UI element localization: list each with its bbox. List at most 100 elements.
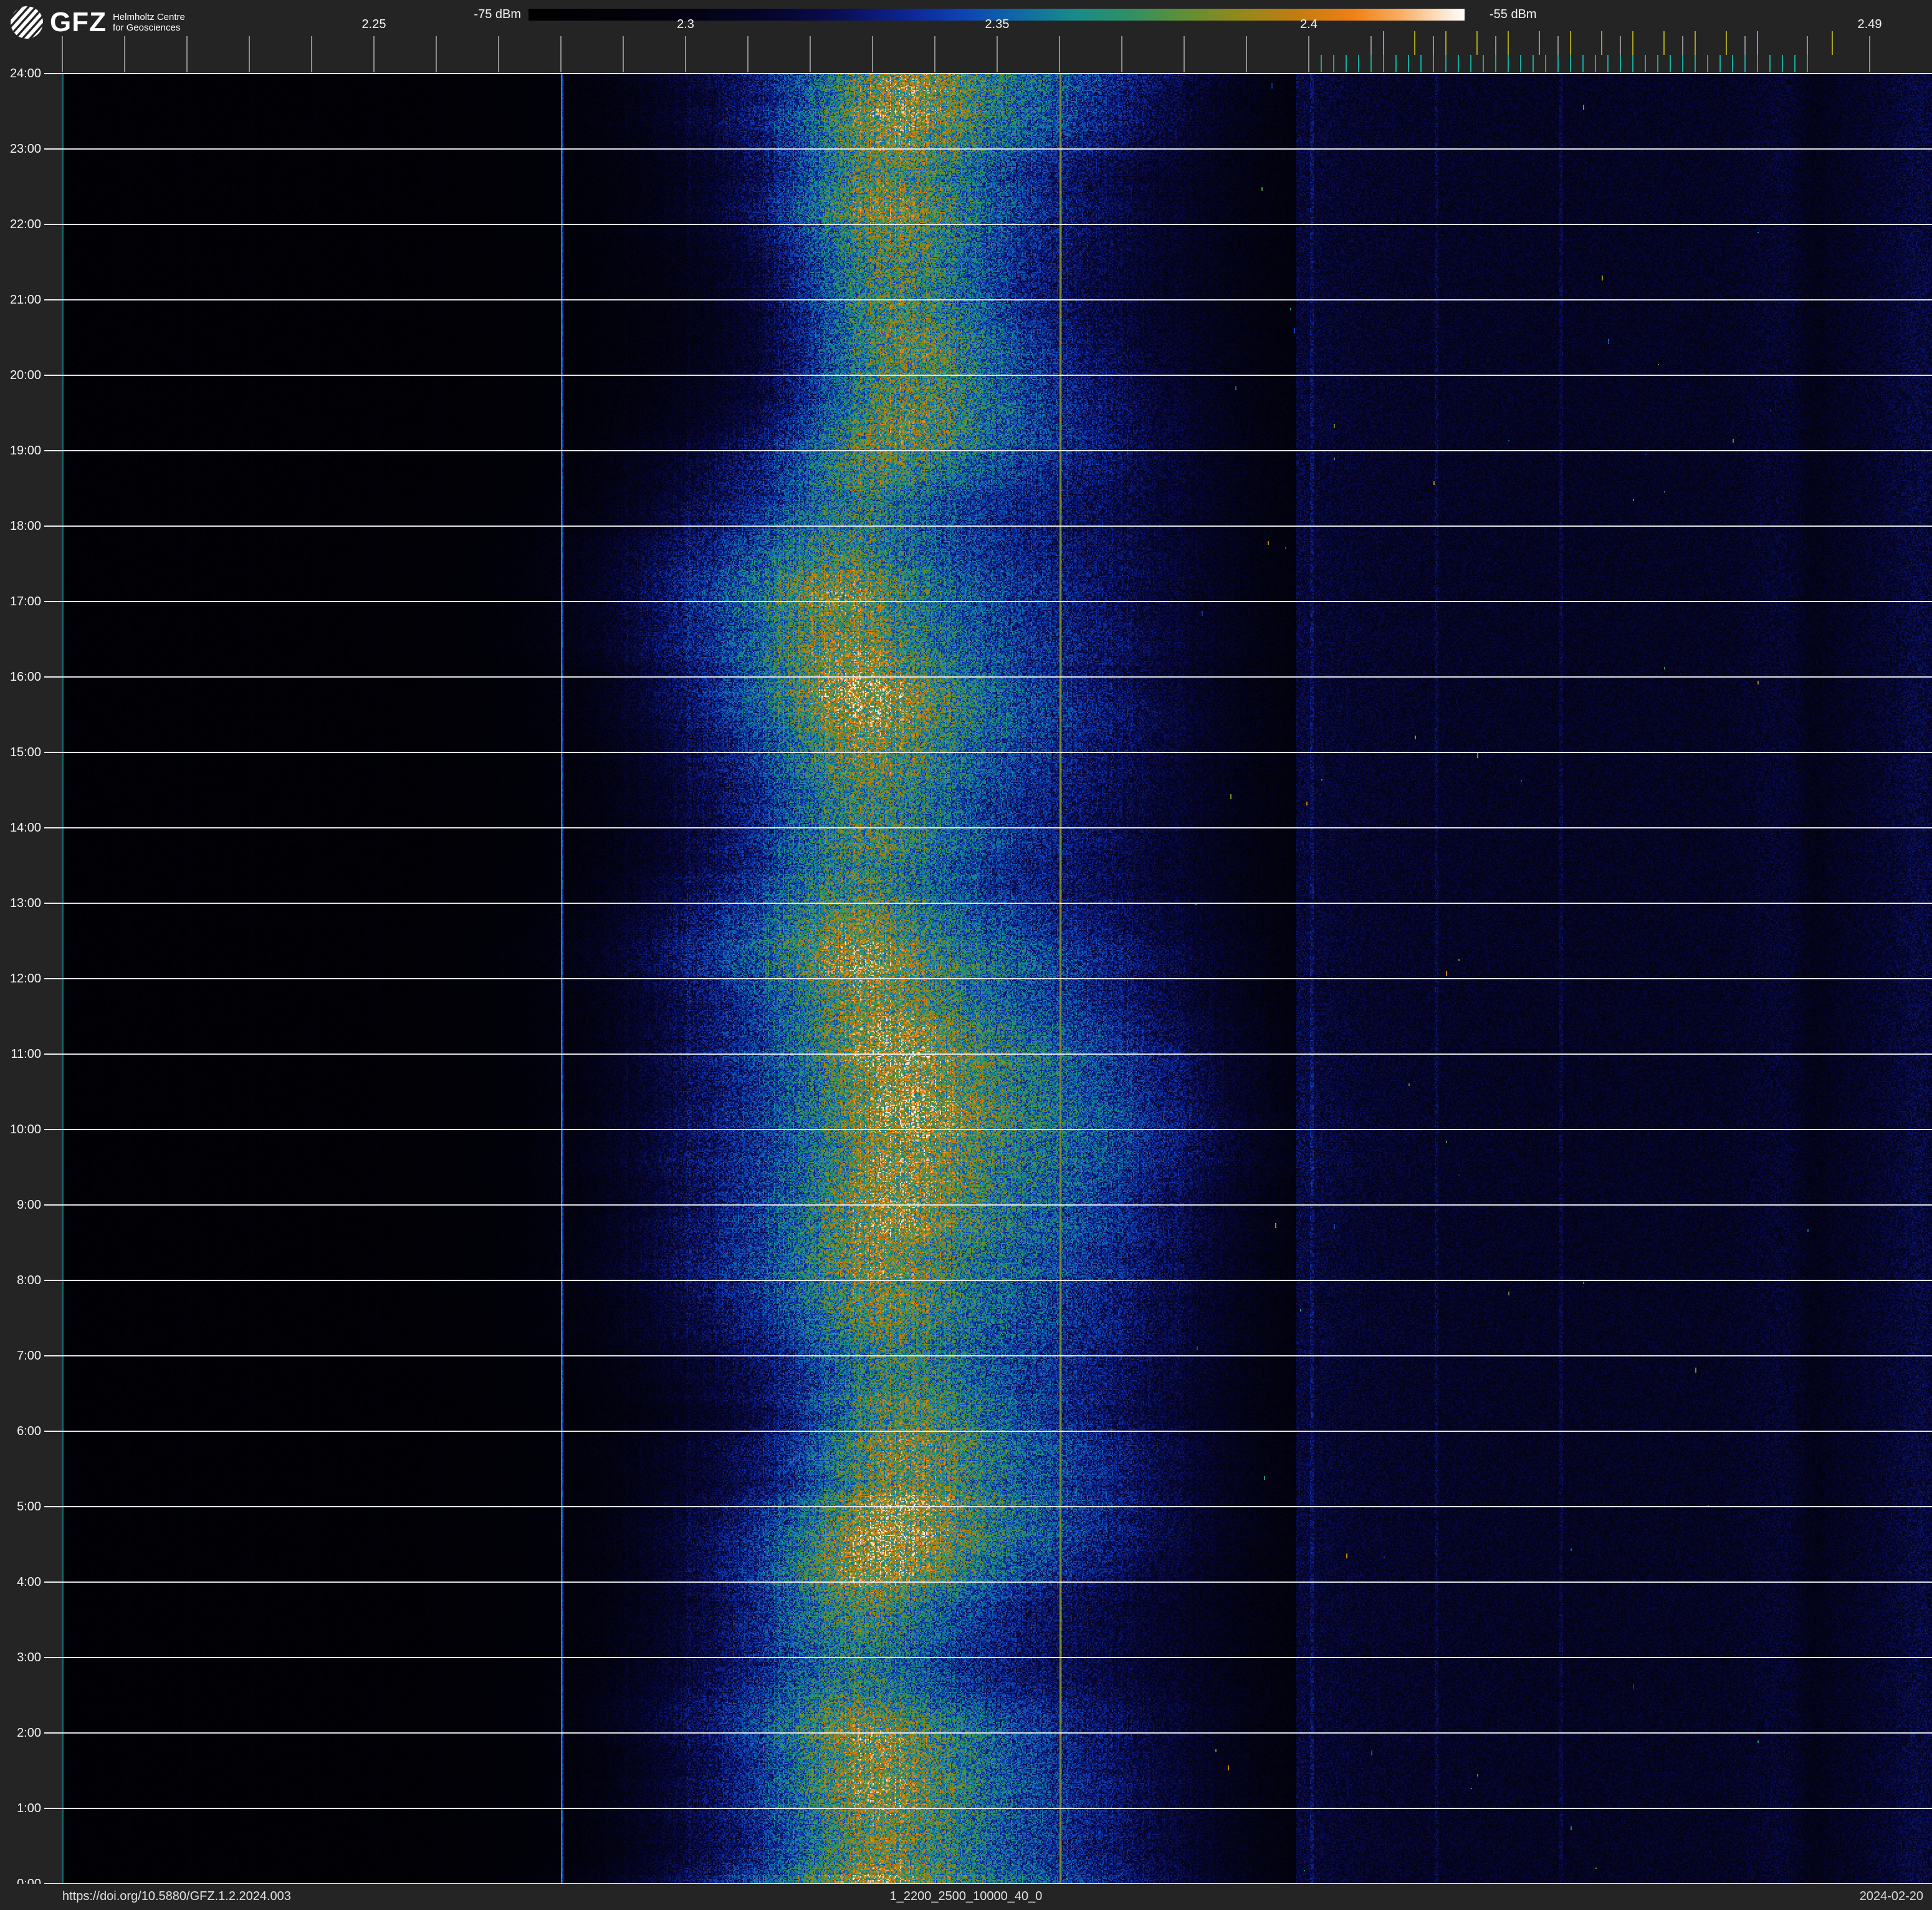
wifi-channel-tick: [1570, 31, 1571, 55]
bluetooth-channel-tick: [1794, 55, 1796, 72]
bluetooth-channel-tick: [1458, 55, 1459, 72]
colorbar-max-label: -55 dBm: [1490, 7, 1537, 21]
freq-major-tick: [810, 36, 811, 72]
bluetooth-channel-tick: [1782, 55, 1783, 72]
hour-gridline: [45, 1581, 1932, 1583]
freq-major-tick: [436, 36, 437, 72]
wifi-channel-tick: [1832, 31, 1833, 55]
hour-gridline: [45, 375, 1932, 376]
freq-major-tick: [1869, 36, 1870, 72]
bluetooth-channel-tick: [1744, 55, 1746, 72]
freq-major-tick: [373, 36, 375, 72]
bluetooth-channel-tick: [1695, 55, 1696, 72]
bluetooth-channel-tick: [1732, 55, 1733, 72]
hour-gridline: [45, 299, 1932, 300]
bluetooth-channel-tick: [1682, 55, 1683, 72]
hour-gridline: [45, 1053, 1932, 1055]
bluetooth-channel-tick: [1358, 55, 1359, 72]
wifi-channel-tick: [1695, 31, 1696, 55]
time-tick-label: 2:00: [17, 1726, 41, 1740]
bluetooth-channel-tick: [1520, 55, 1521, 72]
logo-org-text: GFZ: [50, 7, 107, 37]
time-tick-label: 1:00: [17, 1802, 41, 1815]
bluetooth-channel-tick: [1383, 55, 1384, 72]
time-tick-label: 18:00: [9, 519, 41, 533]
wifi-channel-tick: [1508, 31, 1509, 55]
hour-gridline: [45, 73, 1932, 74]
freq-major-tick: [62, 36, 63, 72]
freq-major-tick: [249, 36, 250, 72]
dataset-id-label: 1_2200_2500_10000_40_0: [889, 1889, 1043, 1903]
time-tick-label: 13:00: [9, 896, 41, 910]
freq-major-tick: [498, 36, 499, 72]
time-tick-label: 12:00: [9, 972, 41, 986]
time-tick-label: 4:00: [17, 1575, 41, 1589]
freq-major-tick: [623, 36, 624, 72]
wifi-channel-tick: [1757, 31, 1758, 55]
bluetooth-channel-tick: [1807, 55, 1808, 72]
time-tick-label: 23:00: [9, 142, 41, 156]
bluetooth-channel-tick: [1333, 55, 1334, 72]
bluetooth-channel-tick: [1545, 55, 1546, 72]
time-tick-label: 24:00: [9, 67, 41, 80]
spectrogram-page: { "page": { "background": "#242424", "do…: [0, 0, 1932, 1910]
bluetooth-channel-tick: [1645, 55, 1646, 72]
hour-gridline: [45, 978, 1932, 979]
bluetooth-channel-tick: [1570, 55, 1571, 72]
bluetooth-channel-tick: [1533, 55, 1534, 72]
bluetooth-channel-tick: [1321, 55, 1322, 72]
wifi-channel-tick: [1383, 31, 1384, 55]
bluetooth-channel-tick: [1769, 55, 1771, 72]
time-tick-label: 15:00: [9, 746, 41, 759]
bluetooth-channel-tick: [1620, 55, 1621, 72]
freq-tick-label: 2.3: [677, 17, 694, 31]
bluetooth-channel-tick: [1408, 55, 1409, 72]
bluetooth-channel-tick: [1433, 55, 1434, 72]
bluetooth-channel-tick: [1557, 55, 1559, 72]
bluetooth-channel-tick: [1607, 55, 1609, 72]
bluetooth-channel-tick: [1495, 55, 1496, 72]
bluetooth-channel-tick: [1719, 55, 1721, 72]
wifi-channel-tick: [1632, 31, 1633, 55]
time-tick-label: 6:00: [17, 1424, 41, 1438]
time-tick-label: 17:00: [9, 595, 41, 608]
bluetooth-channel-tick: [1757, 55, 1758, 72]
hour-gridline: [45, 1506, 1932, 1507]
freq-tick-label: 2.35: [985, 17, 1010, 31]
time-tick-label: 22:00: [9, 218, 41, 231]
time-tick-label: 3:00: [17, 1651, 41, 1664]
freq-major-tick: [685, 36, 686, 72]
time-tick-label: 10:00: [9, 1123, 41, 1136]
freq-major-tick: [1121, 36, 1122, 72]
freq-major-tick: [1184, 36, 1185, 72]
logo-subtitle-line2: for Geosciences: [112, 22, 181, 33]
bluetooth-channel-tick: [1470, 55, 1471, 72]
wifi-channel-tick: [1539, 31, 1540, 55]
wifi-channel-tick: [1726, 31, 1727, 55]
hour-gridline: [45, 903, 1932, 904]
wifi-channel-tick: [1414, 31, 1415, 55]
hour-gridline: [45, 525, 1932, 527]
bluetooth-channel-tick: [1395, 55, 1397, 72]
freq-major-tick: [747, 36, 748, 72]
hour-gridline: [45, 148, 1932, 150]
hour-gridline: [45, 224, 1932, 225]
hour-gridline: [45, 450, 1932, 451]
bluetooth-channel-tick: [1508, 55, 1509, 72]
wifi-channel-tick: [1476, 31, 1478, 55]
logo: GFZ Helmholtz Centre for Geosciences: [10, 5, 185, 40]
freq-major-tick: [934, 36, 935, 72]
freq-tick-label: 2.49: [1857, 17, 1882, 31]
gfz-logo-icon: [10, 6, 44, 39]
hour-gridline: [45, 752, 1932, 753]
bluetooth-channel-tick: [1707, 55, 1708, 72]
hour-gridline: [45, 1732, 1932, 1734]
bluetooth-channel-tick: [1420, 55, 1422, 72]
freq-major-tick: [124, 36, 125, 72]
header-bar: GFZ Helmholtz Centre for Geosciences -75…: [0, 0, 1932, 74]
time-tick-label: 14:00: [9, 821, 41, 835]
date-label: 2024-02-20: [1859, 1889, 1923, 1903]
hour-gridline: [45, 1657, 1932, 1658]
bluetooth-channel-tick: [1445, 55, 1447, 72]
time-tick-label: 7:00: [17, 1349, 41, 1363]
